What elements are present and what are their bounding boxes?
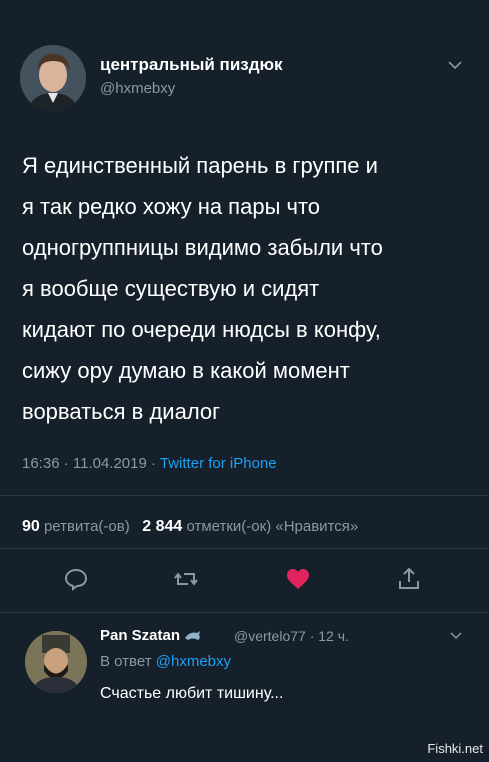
tweet-source-link[interactable]: Twitter for iPhone (160, 455, 277, 472)
reply-to: В ответ @hxmebxy (100, 653, 231, 670)
share-icon[interactable] (395, 565, 423, 593)
retweet-icon[interactable] (172, 565, 200, 593)
display-name[interactable]: центральный пиздюк (100, 55, 283, 75)
reply-icon[interactable] (62, 565, 90, 593)
reply-name-text[interactable]: Pan Szatan (100, 627, 180, 644)
divider (0, 612, 489, 613)
likes-count[interactable]: 2 844 (142, 518, 182, 535)
reply-to-label: В ответ (100, 653, 156, 670)
reply-text: Счастье любит тишину... (100, 685, 284, 702)
tweet-text: Я единственный парень в группе и я так р… (22, 153, 383, 424)
tweet-time: 16:36 · 11.04.2019 · (22, 455, 160, 472)
action-bar (0, 565, 489, 595)
tweet-stats: 90 ретвита(-ов) 2 844 отметки(-ок) «Нрав… (22, 518, 358, 536)
tweet-meta: 16:36 · 11.04.2019 · Twitter for iPhone (22, 455, 277, 472)
dolphin-icon (185, 631, 201, 641)
divider (0, 495, 489, 496)
watermark: Fishki.net (427, 741, 483, 756)
avatar[interactable] (20, 45, 86, 111)
reply-handle-time[interactable]: @vertelo77 · 12 ч. (234, 628, 349, 644)
user-handle[interactable]: @hxmebxy (100, 80, 175, 97)
divider (0, 548, 489, 549)
chevron-down-icon[interactable] (448, 630, 464, 642)
avatar-photo (20, 45, 86, 111)
avatar-photo (25, 631, 87, 693)
avatar[interactable] (25, 631, 87, 693)
likes-label[interactable]: отметки(-ок) «Нравится» (182, 518, 358, 535)
reply-display-name[interactable]: Pan Szatan (100, 627, 202, 644)
retweets-count[interactable]: 90 (22, 518, 40, 535)
retweets-label[interactable]: ретвита(-ов) (40, 518, 130, 535)
heart-icon[interactable] (284, 565, 312, 593)
chevron-down-icon[interactable] (446, 58, 464, 72)
reply-to-handle[interactable]: @hxmebxy (156, 653, 231, 670)
reply-tweet[interactable]: Pan Szatan @vertelo77 · 12 ч. В ответ @h… (0, 615, 489, 725)
